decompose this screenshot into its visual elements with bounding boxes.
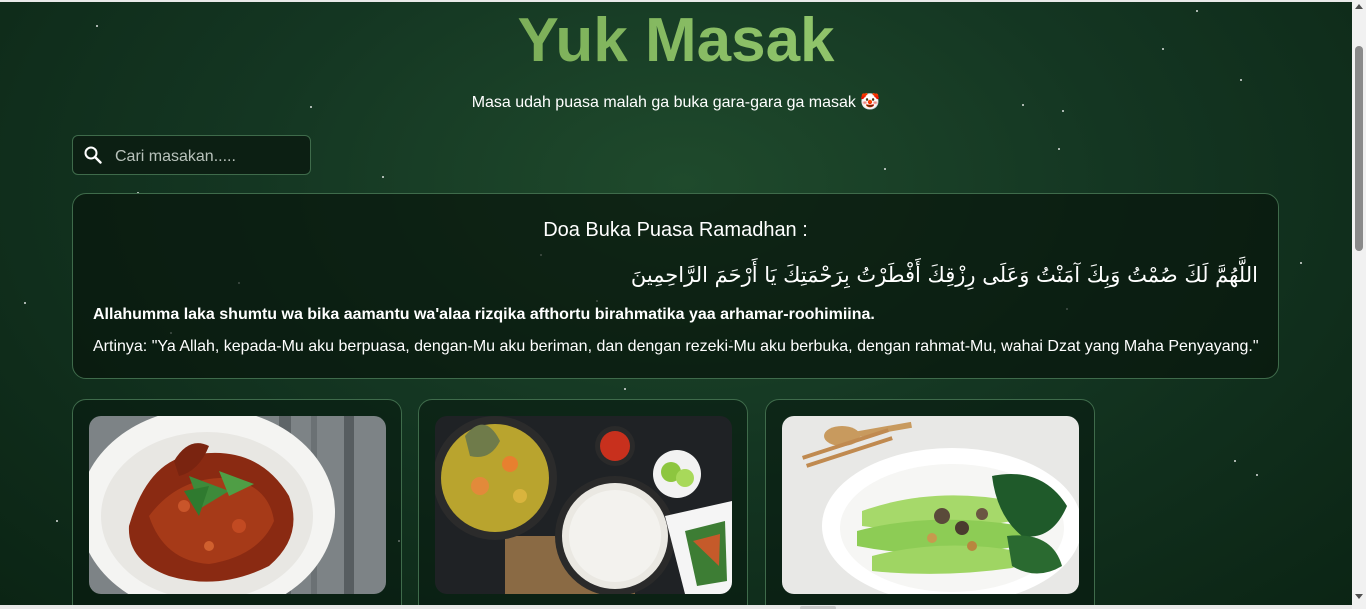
star-dot xyxy=(1240,79,1242,81)
page-subtitle: Masa udah puasa malah ga buka gara-gara … xyxy=(471,94,881,111)
scroll-down-arrow-icon[interactable] xyxy=(1355,594,1363,599)
scroll-up-arrow-icon[interactable] xyxy=(1355,4,1363,9)
vertical-scrollbar-thumb[interactable] xyxy=(1355,46,1363,251)
doa-title: Doa Buka Puasa Ramadhan : xyxy=(543,219,808,241)
star-dot xyxy=(1058,148,1060,150)
star-dot xyxy=(24,302,26,304)
doa-latin-text: Allahumma laka shumtu wa bika aamantu wa… xyxy=(93,306,875,323)
search-box[interactable] xyxy=(72,135,311,175)
star-dot xyxy=(1256,474,1258,476)
doa-arabic-text: اللَّهُمَّ لَكَ صُمْتُ وَبِكَ آمَنْتُ وَ… xyxy=(630,263,1258,287)
horizontal-scrollbar[interactable] xyxy=(0,605,1352,609)
star-dot xyxy=(56,520,58,522)
star-dot xyxy=(382,176,384,178)
page: Yuk Masak Masa udah puasa malah ga buka … xyxy=(0,2,1352,609)
recipe-image-fish-porridge[interactable] xyxy=(435,416,732,594)
search-icon xyxy=(84,146,102,164)
recipe-image-bok-choy[interactable] xyxy=(782,416,1079,594)
recipe-card[interactable] xyxy=(418,399,748,609)
page-title: Yuk Masak xyxy=(0,6,1352,76)
star-dot xyxy=(1234,460,1236,462)
vertical-scrollbar[interactable] xyxy=(1352,0,1366,609)
recipe-card[interactable] xyxy=(72,399,402,609)
doa-meaning-text: Artinya: "Ya Allah, kepada-Mu aku berpua… xyxy=(93,338,1259,355)
star-dot xyxy=(624,388,626,390)
recipe-card[interactable] xyxy=(765,399,1095,609)
doa-panel: Doa Buka Puasa Ramadhan : اللَّهُمَّ لَك… xyxy=(72,193,1279,379)
star-dot xyxy=(884,168,886,170)
search-input[interactable] xyxy=(113,144,307,170)
star-dot xyxy=(1300,262,1302,264)
recipe-image-spicy-chicken[interactable] xyxy=(89,416,386,594)
